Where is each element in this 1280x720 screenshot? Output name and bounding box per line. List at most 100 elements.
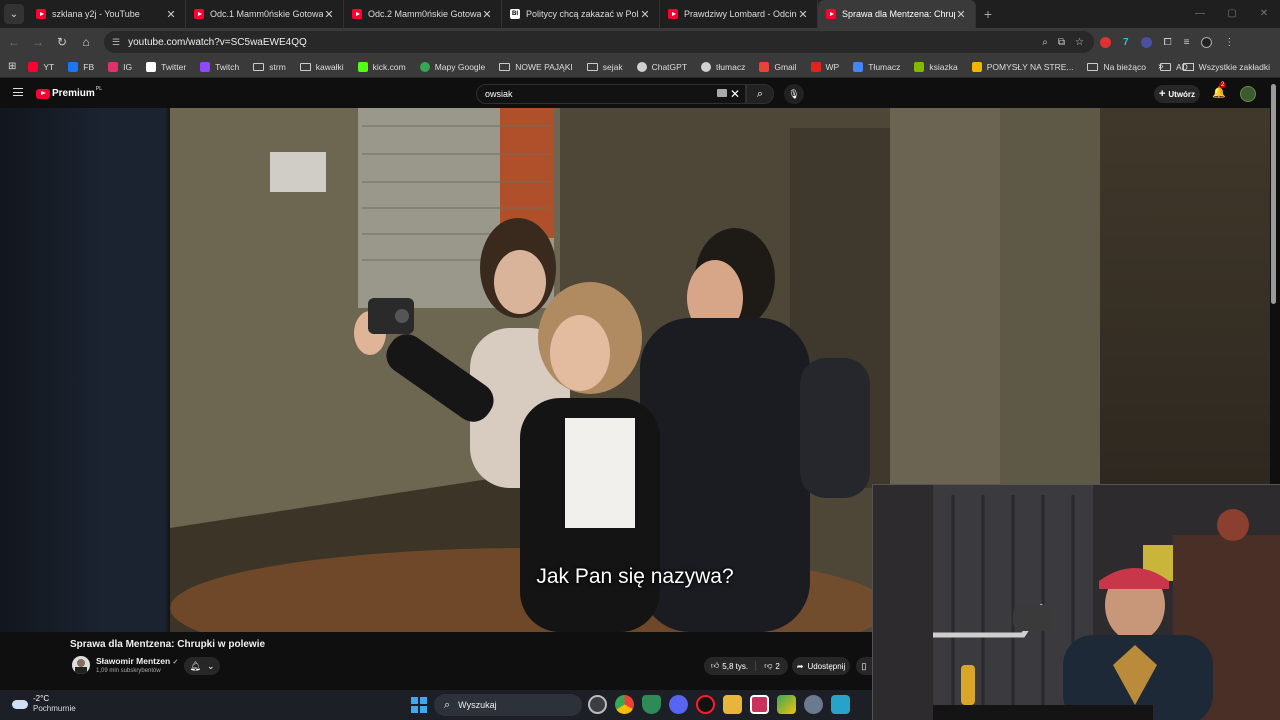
bookmark-item[interactable]: NOWE PAJĄKI	[499, 62, 573, 72]
copilot-app-icon[interactable]	[588, 695, 607, 714]
chatgpt-icon	[636, 61, 647, 72]
browser-tab[interactable]: BI Politycy chcą zakazać w Polsce✕	[502, 0, 660, 28]
settings-app-icon[interactable]	[804, 695, 823, 714]
apps-grid-icon[interactable]: ⊞	[8, 61, 16, 72]
account-avatar[interactable]	[1240, 86, 1256, 102]
weather-widget[interactable]: -2°C Pochmurnie	[12, 694, 76, 714]
shield-app-icon[interactable]	[642, 695, 661, 714]
record-extension-icon[interactable]	[1100, 36, 1111, 48]
back-icon[interactable]: ←	[2, 35, 26, 49]
bookmark-item[interactable]: Tłumacz	[853, 61, 900, 72]
channel-name[interactable]: Sławomir Mentzen ✓	[96, 656, 178, 666]
bookmark-item[interactable]: Mapy Google	[419, 61, 485, 72]
clear-search-icon[interactable]: ✕	[730, 87, 740, 101]
close-tab-icon[interactable]: ✕	[323, 8, 335, 21]
close-tab-icon[interactable]: ✕	[955, 8, 967, 21]
extension-icon[interactable]	[1140, 36, 1152, 48]
close-tab-icon[interactable]: ✕	[639, 8, 651, 21]
minimize-button[interactable]: —	[1184, 0, 1216, 28]
bookmark-label: tłumacz	[716, 61, 746, 72]
reading-list-icon[interactable]: ≡	[1184, 37, 1190, 48]
bookmark-label: FB	[83, 61, 95, 72]
streaming-app-icon[interactable]	[750, 695, 769, 714]
puzzle-icon[interactable]: ⧠	[1164, 37, 1172, 48]
like-button[interactable]: 👍︎ 5,8 tys.	[704, 661, 756, 671]
bookmark-item[interactable]: WP	[810, 61, 839, 72]
bookmark-item[interactable]: ksiazka	[914, 61, 958, 72]
bookmark-item[interactable]: tłumacz	[701, 61, 746, 72]
browser-tab[interactable]: szklana y2j - YouTube ✕	[28, 0, 186, 28]
instagram-icon	[108, 61, 119, 72]
close-tab-icon[interactable]: ✕	[165, 8, 177, 21]
bookmark-item[interactable]: FB	[68, 61, 95, 72]
voice-search-button[interactable]: 🎙	[784, 84, 804, 104]
bookmark-item[interactable]: Twitch	[200, 61, 239, 72]
chrome-app-icon[interactable]	[615, 695, 634, 714]
bookmark-item[interactable]: strm	[253, 62, 286, 72]
profile-icon[interactable]	[1201, 36, 1213, 48]
share-button[interactable]: ➦ Udostępnij	[792, 657, 850, 675]
bookmark-star-icon[interactable]: ☆	[1075, 37, 1084, 48]
site-info-icon[interactable]: ☰	[112, 37, 120, 48]
subscription-bell-button[interactable]: 🔔︎ ⌄	[184, 657, 220, 675]
folder-icon	[586, 62, 598, 71]
file-explorer-icon[interactable]	[723, 695, 742, 714]
save-button[interactable]: ▯	[856, 657, 872, 675]
forward-icon[interactable]: →	[26, 35, 50, 49]
more-vert-icon[interactable]: ⋮	[1224, 37, 1234, 48]
discord-app-icon[interactable]	[669, 695, 688, 714]
microphone-icon: 🎙	[788, 89, 800, 99]
install-icon[interactable]: ⧉	[1058, 37, 1065, 48]
bookmark-item[interactable]: kick.com	[357, 61, 406, 72]
taskbar-search[interactable]: ⌕ Wyszukaj	[434, 694, 582, 716]
page-scrollbar[interactable]	[1271, 84, 1276, 304]
notifications-button[interactable]: 🔔 2	[1212, 82, 1227, 99]
bookmark-label: kick.com	[372, 61, 406, 72]
bookmark-item[interactable]: YT	[28, 61, 54, 72]
notepad-app-icon[interactable]	[831, 695, 850, 714]
bookmark-item[interactable]: ChatGPT	[636, 61, 687, 72]
opera-app-icon[interactable]	[696, 695, 715, 714]
maximize-button[interactable]: ▢	[1216, 0, 1248, 28]
close-tab-icon[interactable]: ✕	[797, 8, 809, 21]
bookmark-item[interactable]: Gmail	[759, 61, 797, 72]
reload-icon[interactable]: ↻	[50, 35, 74, 49]
kick-icon	[357, 61, 368, 72]
browser-tab[interactable]: Sprawa dla Mentzena: Chrupki ✕	[818, 0, 976, 28]
bookmark-item[interactable]: Twitter	[146, 61, 187, 72]
bookmark-item[interactable]: sejak	[586, 62, 623, 72]
browser-tab[interactable]: Prawdziwy Lombard - Odcinek ✕	[660, 0, 818, 28]
create-button[interactable]: + Utwórz	[1154, 85, 1200, 103]
bookmark-label: Twitter	[161, 61, 187, 72]
bookmark-item[interactable]: IG	[108, 61, 132, 72]
twitch-icon	[200, 61, 211, 72]
search-button[interactable]: ⌕	[746, 84, 774, 104]
thumbs-down-icon: 👎︎	[764, 661, 773, 670]
close-tab-icon[interactable]: ✕	[481, 8, 493, 21]
home-icon[interactable]: ⌂	[74, 35, 98, 49]
windows-start-icon[interactable]	[411, 697, 427, 713]
browser-tab[interactable]: Odc.2 Mamm0ńskie Gotowanie✕	[344, 0, 502, 28]
browser-tab[interactable]: Odc.1 Mamm0ńskie Gotowanie✕	[186, 0, 344, 28]
seven-tv-extension-icon[interactable]: 7	[1123, 37, 1129, 48]
zoom-icon[interactable]: ⌕	[1042, 37, 1048, 48]
search-input[interactable]: owsiak ✕	[476, 84, 746, 104]
app-icon[interactable]	[777, 695, 796, 714]
all-bookmarks-button[interactable]: Wszystkie zakładki	[1182, 56, 1270, 78]
bookmarks-overflow-icon[interactable]: »	[1158, 56, 1164, 78]
channel-avatar[interactable]	[72, 656, 90, 674]
address-bar[interactable]: ☰ youtube.com/watch?v=SC5waEWE4QQ ⌕ ⧉ ☆	[104, 31, 1094, 53]
close-window-button[interactable]: ✕	[1248, 0, 1280, 28]
dislike-button[interactable]: 👎︎ 2	[756, 661, 788, 671]
tab-search-button[interactable]: ⌄	[4, 4, 24, 24]
bookmark-item[interactable]: POMYSŁY NA STRE...	[971, 61, 1073, 72]
youtube-premium-logo[interactable]: Premium PL	[36, 86, 102, 99]
keyboard-icon[interactable]	[717, 89, 727, 97]
bookmark-item[interactable]: kawałki	[299, 61, 344, 72]
video-title: Sprawa dla Mentzena: Chrupki w polewie	[70, 639, 266, 650]
guide-menu-icon[interactable]	[13, 88, 23, 96]
new-tab-button[interactable]: +	[976, 0, 1000, 28]
bookmark-label: kawałki	[315, 61, 344, 72]
screen: ⌄ szklana y2j - YouTube ✕ Odc.1 Mamm0ńskie…	[0, 0, 1280, 720]
bookmark-item[interactable]: Na bieżąco	[1087, 62, 1146, 72]
